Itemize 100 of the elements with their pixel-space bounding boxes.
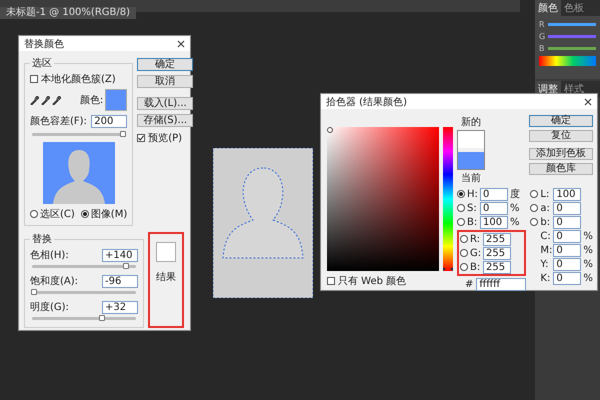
current-label: 当前 (461, 172, 481, 185)
channel-slider[interactable] (548, 23, 596, 26)
slider-thumb[interactable] (98, 315, 105, 321)
field-label: Y: (540, 258, 550, 270)
radio-button[interactable] (80, 210, 89, 218)
radio-button[interactable] (460, 249, 468, 257)
radio-button[interactable] (457, 204, 465, 212)
color-swatch[interactable] (105, 89, 128, 111)
panel-tab[interactable]: 颜色 (535, 0, 561, 16)
field-label: L: (540, 188, 550, 200)
dialog-button[interactable]: 确定 (528, 115, 593, 127)
field-label: b: (540, 216, 552, 228)
checkbox[interactable] (327, 277, 335, 285)
radio-button[interactable] (457, 218, 465, 226)
channel-label: R (539, 20, 545, 29)
dialog-button[interactable]: 添加到色板 (528, 148, 593, 160)
channel-label: G (539, 32, 546, 41)
close-icon[interactable] (584, 98, 592, 106)
radio-button[interactable] (460, 263, 468, 271)
color-label: 颜色: (80, 94, 104, 107)
field-label: M: (540, 244, 552, 256)
dialog-title: 替换颜色 (24, 38, 64, 50)
hue-slider[interactable] (443, 127, 453, 271)
slider-label: 色相(H): (30, 248, 69, 262)
slider-track[interactable] (32, 265, 136, 268)
checkbox[interactable] (137, 134, 146, 142)
eyedropper-icon[interactable] (52, 96, 61, 104)
dialog-button[interactable]: 复位 (528, 130, 593, 142)
field-label: a: (540, 202, 551, 214)
hue-marker[interactable] (443, 267, 453, 271)
dialog-button[interactable]: 存储(S)... (137, 114, 194, 127)
slider-thumb[interactable] (31, 289, 38, 295)
channel-slider[interactable] (548, 35, 596, 38)
channel-label: B (539, 44, 544, 53)
eyedropper-icon[interactable] (30, 96, 39, 104)
dialog-button[interactable]: 载入(L)... (137, 97, 194, 110)
slider-track[interactable] (32, 133, 126, 136)
result-swatch (156, 242, 176, 262)
panel-tab[interactable]: 样式 (561, 81, 587, 97)
color-field[interactable] (327, 127, 439, 271)
value-field[interactable]: 0 (553, 202, 582, 214)
dialog-button[interactable]: 颜色库 (528, 163, 593, 175)
dialog-title: 拾色器 (结果颜色) (326, 96, 407, 108)
dialog-button[interactable]: 确定 (137, 58, 194, 71)
field-label: R: (470, 234, 481, 244)
view-option[interactable]: 选区(C) (30, 207, 75, 221)
unit-label: % (583, 272, 593, 284)
unit-label: % (510, 202, 520, 214)
value-field[interactable]: 0 (553, 230, 582, 242)
value-field[interactable]: 255 (483, 246, 511, 260)
result-label: 结果 (156, 270, 176, 284)
value-field[interactable]: 255 (483, 232, 511, 246)
value-field[interactable]: 0 (480, 188, 508, 200)
hex-field[interactable]: ffffff (476, 278, 526, 291)
slider-track[interactable] (32, 291, 136, 294)
checkbox[interactable] (30, 75, 38, 83)
fuzziness-field[interactable]: 200 (91, 114, 128, 128)
slider-thumb[interactable] (122, 263, 129, 269)
field-label: K: (540, 272, 552, 284)
value-field[interactable]: -96 (102, 274, 138, 288)
value-field[interactable]: +32 (102, 300, 138, 314)
new-label: 新的 (461, 116, 481, 129)
group-legend: 替换 (30, 232, 54, 246)
value-field[interactable]: +140 (102, 248, 138, 262)
panel-tab[interactable]: 色板 (561, 0, 587, 16)
field-label: S: (467, 202, 478, 214)
radio-button[interactable] (30, 210, 38, 218)
unit-label: % (583, 258, 593, 270)
radio-button[interactable] (530, 218, 538, 226)
slider-track[interactable] (32, 317, 136, 320)
web-colors-checkbox[interactable]: 只有 Web 颜色 (327, 274, 453, 288)
dialog-button[interactable]: 取消 (137, 75, 194, 88)
fuzziness-label: 颜色容差(F): (30, 114, 87, 128)
unit-label: % (583, 244, 593, 256)
value-field[interactable]: 0 (553, 244, 582, 256)
view-option[interactable]: 图像(M) (80, 207, 128, 221)
preview-checkbox[interactable]: 预览(P) (137, 131, 194, 145)
slider-thumb[interactable] (120, 131, 126, 137)
value-field[interactable]: 0 (553, 258, 582, 270)
radio-button[interactable] (457, 190, 465, 198)
eyedropper-icon[interactable] (41, 96, 50, 104)
field-label: B: (467, 216, 478, 228)
value-field[interactable]: 0 (480, 202, 508, 214)
hex-label: # (465, 279, 474, 290)
radio-button[interactable] (530, 204, 538, 212)
value-field[interactable]: 0 (553, 272, 582, 284)
value-field[interactable]: 100 (480, 216, 508, 228)
document-tab[interactable]: 未标题-1 @ 100%(RGB/8) (0, 7, 136, 19)
value-field[interactable]: 0 (553, 216, 582, 228)
value-field[interactable]: 255 (483, 260, 511, 274)
value-field[interactable]: 100 (553, 188, 582, 200)
field-label: G: (470, 248, 481, 258)
localized-checkbox[interactable]: 本地化颜色簇(Z) (30, 72, 128, 86)
close-icon[interactable] (177, 40, 185, 48)
unit-label: 度 (510, 188, 520, 201)
radio-button[interactable] (530, 190, 538, 198)
color-spectrum[interactable] (539, 56, 596, 66)
radio-button[interactable] (460, 235, 468, 243)
channel-slider[interactable] (548, 47, 596, 50)
slider-label: 饱和度(A): (30, 274, 78, 288)
